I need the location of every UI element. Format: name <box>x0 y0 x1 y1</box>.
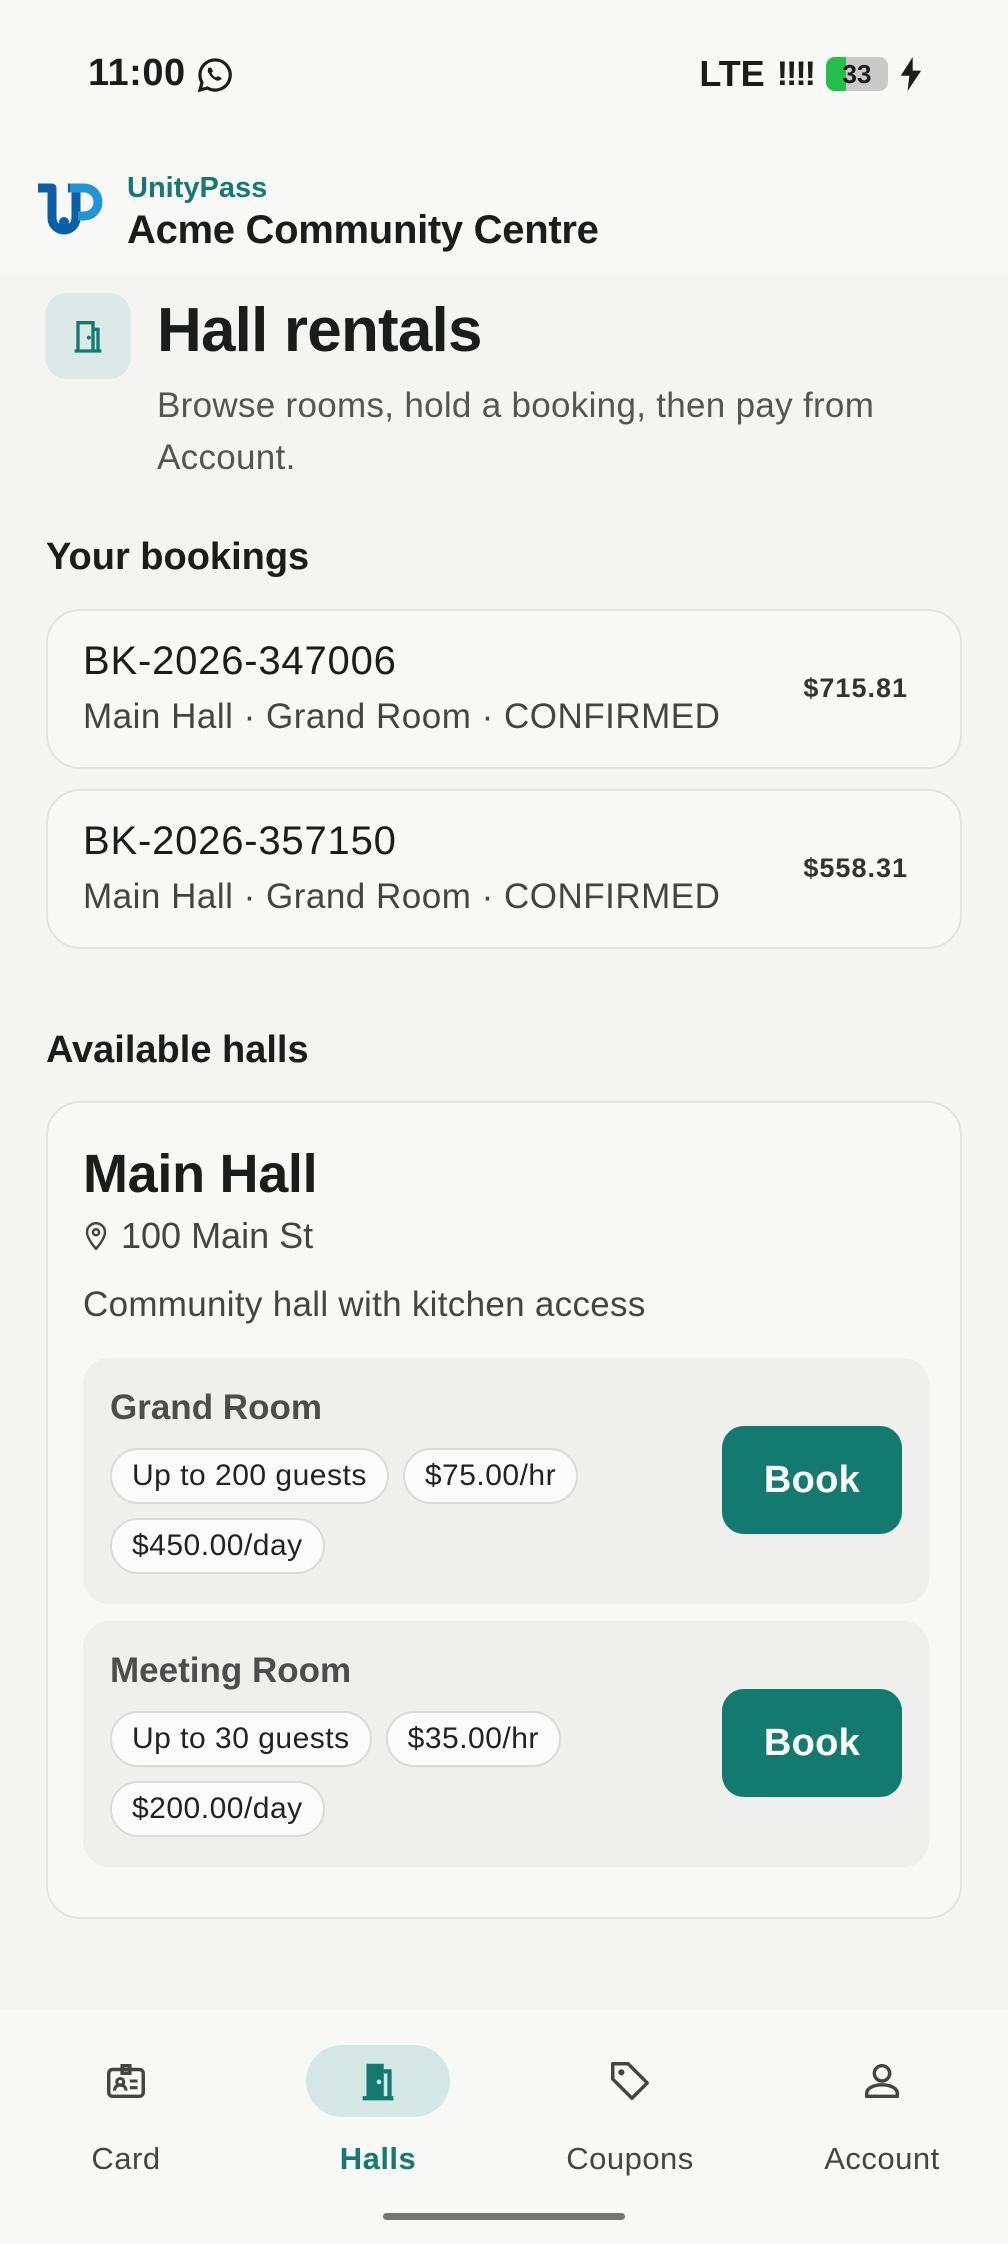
brand-name: UnityPass <box>127 172 268 204</box>
nav-item-account[interactable]: Account <box>756 2037 1008 2177</box>
nav-item-coupons[interactable]: Coupons <box>504 2037 756 2177</box>
booking-card[interactable]: BK-2026-347006 Main Hall · Grand Room · … <box>46 609 962 769</box>
status-indicators: LTE !!!! 33 <box>699 52 922 96</box>
unitypass-logo-icon <box>38 183 103 235</box>
hall-card: Main Hall 100 Main St Community hall wit… <box>46 1101 962 1919</box>
room-chips: Up to 30 guests $35.00/hr $200.00/day <box>110 1711 670 1837</box>
signal-icon: !!!! <box>776 54 816 93</box>
battery-percent: 33 <box>842 58 872 89</box>
nav-pill <box>558 2045 702 2117</box>
gesture-bar[interactable] <box>383 2213 625 2220</box>
hall-name: Main Hall <box>83 1144 318 1204</box>
location-pin-icon <box>85 1222 107 1251</box>
capacity-chip: Up to 30 guests <box>110 1711 372 1767</box>
book-button[interactable]: Book <box>722 1689 902 1797</box>
nav-pill <box>54 2045 198 2117</box>
room-name: Grand Room <box>110 1388 322 1427</box>
booking-amount: $715.81 <box>803 673 908 703</box>
room-card: Grand Room Up to 200 guests $75.00/hr $4… <box>83 1358 929 1604</box>
hall-description: Community hall with kitchen access <box>83 1285 646 1324</box>
hourly-rate-chip: $35.00/hr <box>385 1711 561 1767</box>
page-title: Hall rentals <box>157 296 482 365</box>
tag-icon <box>611 2062 649 2100</box>
nav-pill <box>810 2045 954 2117</box>
charging-icon <box>900 57 922 91</box>
room-card: Meeting Room Up to 30 guests $35.00/hr $… <box>83 1621 929 1867</box>
halls-section-title: Available halls <box>46 1029 309 1071</box>
booking-id: BK-2026-357150 <box>83 819 397 863</box>
nav-label: Card <box>91 2141 161 2176</box>
page-subtitle: Browse rooms, hold a booking, then pay f… <box>157 386 875 477</box>
person-icon <box>864 2063 900 2099</box>
status-bar: 11:00 LTE !!!! 33 <box>0 0 1008 150</box>
booking-meta: Main Hall · Grand Room · CONFIRMED <box>83 697 721 736</box>
network-type: LTE <box>699 53 765 94</box>
door-icon <box>362 2063 394 2101</box>
room-name: Meeting Room <box>110 1651 352 1690</box>
capacity-chip: Up to 200 guests <box>110 1448 389 1504</box>
nav-item-card[interactable]: Card <box>0 2037 252 2177</box>
booking-card[interactable]: BK-2026-357150 Main Hall · Grand Room · … <box>46 789 962 949</box>
nav-label: Coupons <box>566 2141 694 2176</box>
bookings-section-title: Your bookings <box>46 536 310 578</box>
hall-address-text: 100 Main St <box>121 1215 314 1256</box>
id-card-icon <box>107 2063 145 2099</box>
app-header: UnityPass Acme Community Centre <box>0 150 1008 274</box>
booking-id: BK-2026-347006 <box>83 639 397 683</box>
org-name: Acme Community Centre <box>127 208 599 252</box>
daily-rate-chip: $200.00/day <box>110 1781 325 1837</box>
hourly-rate-chip: $75.00/hr <box>402 1448 579 1504</box>
nav-pill-active <box>306 2045 450 2117</box>
book-button[interactable]: Book <box>722 1426 902 1534</box>
nav-label: Halls <box>339 2141 417 2176</box>
booking-meta: Main Hall · Grand Room · CONFIRMED <box>83 877 721 916</box>
status-time: 11:00 <box>88 52 186 94</box>
battery-icon: 33 <box>826 57 888 91</box>
nav-item-halls[interactable]: Halls <box>252 2037 504 2177</box>
door-icon <box>74 321 102 353</box>
hall-address: 100 Main St <box>83 1215 313 1257</box>
bottom-nav: Card Halls Coupons Account <box>0 2009 1008 2244</box>
nav-label: Account <box>824 2141 940 2176</box>
room-chips: Up to 200 guests $75.00/hr $450.00/day <box>110 1448 670 1574</box>
daily-rate-chip: $450.00/day <box>110 1518 325 1574</box>
whatsapp-icon <box>197 58 232 93</box>
hall-rentals-badge <box>45 293 131 379</box>
booking-amount: $558.31 <box>803 853 908 883</box>
